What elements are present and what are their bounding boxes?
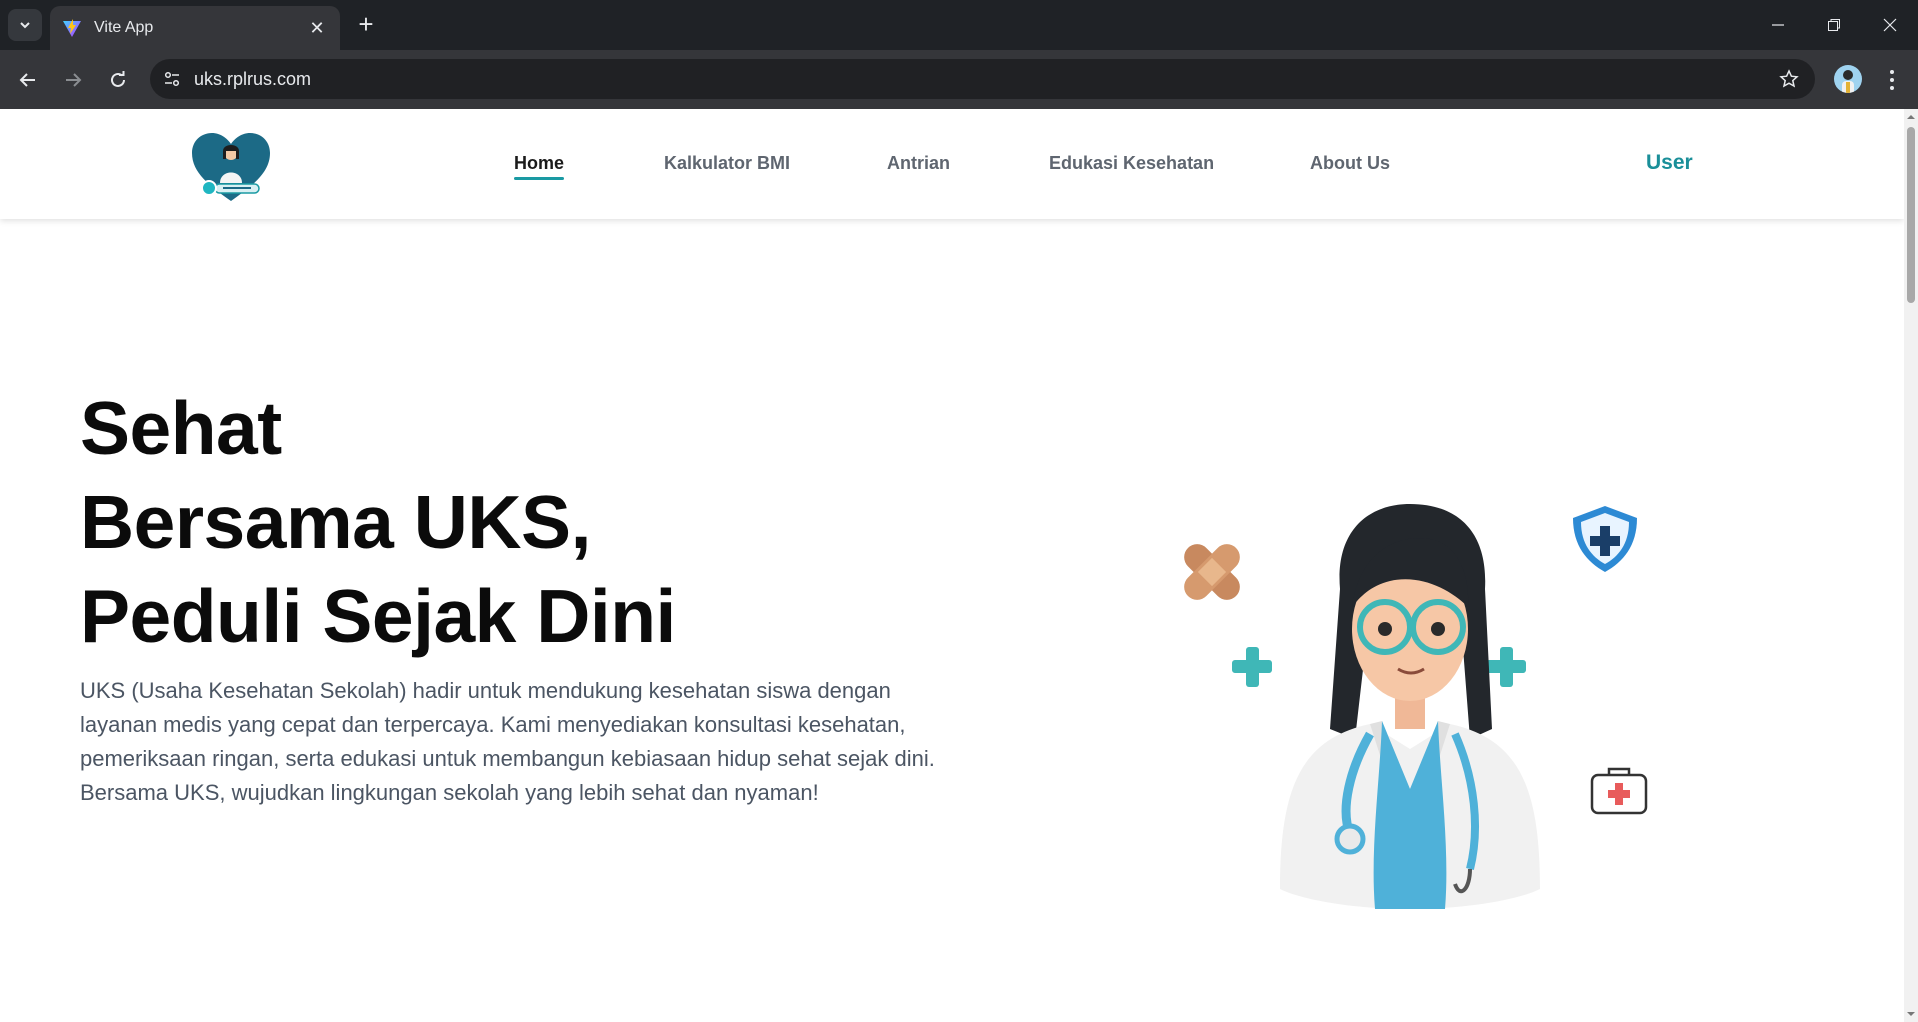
hero-description: UKS (Usaha Kesehatan Sekolah) hadir untu… — [80, 678, 935, 805]
browser-tab-bar: Vite App ✕ + — [0, 0, 1918, 50]
back-icon — [19, 73, 35, 87]
url-text[interactable]: uks.rplrus.com — [194, 69, 1771, 90]
user-link[interactable]: User — [1646, 151, 1693, 175]
vite-favicon-icon — [63, 19, 81, 37]
reload-icon — [111, 71, 125, 87]
bookmark-button[interactable] — [1771, 61, 1807, 97]
scroll-thumb[interactable] — [1907, 127, 1915, 303]
chevron-down-icon — [20, 22, 30, 29]
address-bar[interactable]: uks.rplrus.com — [150, 59, 1815, 99]
back-button[interactable] — [12, 64, 44, 96]
active-tab[interactable]: Vite App ✕ — [50, 6, 340, 50]
nav-home[interactable]: Home — [514, 153, 565, 180]
minimize-button[interactable] — [1758, 10, 1798, 40]
first-aid-kit-icon — [1590, 767, 1648, 815]
hero-title: Sehat Bersama UKS, Peduli Sejak Dini — [80, 381, 676, 663]
hero-title-line: Sehat — [80, 386, 282, 470]
nav-about-us[interactable]: About Us — [1310, 153, 1390, 174]
page-viewport: Home Kalkulator BMI Antrian Edukasi Kese… — [0, 109, 1918, 1022]
window-close-icon — [1883, 18, 1897, 32]
site-info-button[interactable] — [156, 63, 188, 95]
shield-icon — [1573, 506, 1637, 572]
nav-antrian[interactable]: Antrian — [887, 153, 950, 174]
scroll-up-icon[interactable] — [1907, 113, 1915, 121]
site-info-icon — [164, 71, 180, 87]
close-icon[interactable]: ✕ — [306, 18, 328, 39]
tab-search-button[interactable] — [8, 9, 42, 41]
window-close-button[interactable] — [1870, 10, 1910, 40]
nav-edukasi-kesehatan[interactable]: Edukasi Kesehatan — [1049, 153, 1214, 174]
browser-toolbar: uks.rplrus.com — [0, 50, 1918, 109]
forward-button[interactable] — [57, 64, 89, 96]
minimize-icon — [1772, 24, 1784, 26]
nav-kalkulator-bmi[interactable]: Kalkulator BMI — [664, 153, 790, 174]
site-navbar: Home Kalkulator BMI Antrian Edukasi Kese… — [0, 109, 1904, 219]
uks-logo[interactable] — [190, 131, 272, 203]
restore-button[interactable] — [1814, 10, 1854, 40]
plus-icon: + — [358, 9, 374, 39]
doctor-illustration — [1184, 504, 1648, 909]
hero-title-line: Peduli Sejak Dini — [80, 574, 676, 658]
profile-avatar-icon[interactable] — [1834, 65, 1862, 93]
reload-button[interactable] — [102, 64, 134, 96]
star-icon — [1779, 69, 1799, 88]
hero-title-line: Bersama UKS, — [80, 480, 591, 564]
tab-title: Vite App — [94, 19, 154, 36]
bandage-icon — [1184, 544, 1240, 600]
restore-icon — [1828, 19, 1840, 31]
scroll-down-icon[interactable] — [1907, 1010, 1915, 1018]
forward-icon — [66, 73, 82, 87]
page-scrollbar[interactable] — [1904, 109, 1918, 1022]
new-tab-button[interactable]: + — [352, 11, 380, 39]
menu-icon[interactable] — [1880, 64, 1904, 96]
